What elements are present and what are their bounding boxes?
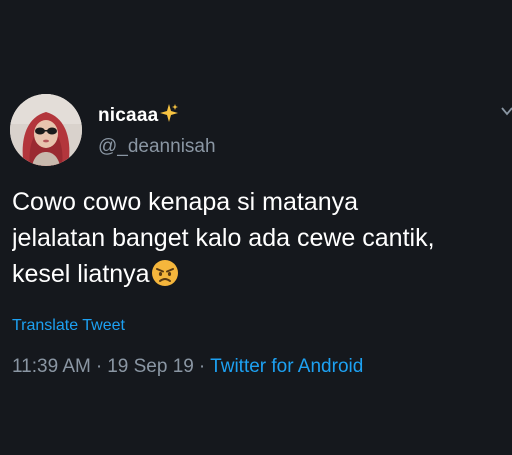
tweet-text-line: jelalatan banget kalo ada cewe cantik,	[12, 224, 435, 252]
user-handle[interactable]: @_deannisah	[98, 136, 216, 158]
chevron-down-icon[interactable]	[500, 104, 512, 118]
tweet-source-link[interactable]: Twitter for Android	[210, 356, 363, 377]
angry-face-icon	[151, 259, 179, 292]
display-name[interactable]: nicaaa	[98, 103, 179, 129]
meta-separator: ·	[95, 356, 103, 377]
tweet-text-line-last: kesel liatnya	[12, 256, 512, 292]
tweet-text: Cowo cowo kenapa si matanya jelalatan ba…	[12, 184, 512, 292]
tweet-text-line: Cowo cowo kenapa si matanya	[12, 188, 359, 216]
tweet-time[interactable]: 11:39 AM	[12, 356, 91, 377]
tweet-date[interactable]: 19 Sep 19	[107, 356, 194, 377]
tweet-card: nicaaa @_deannisah Cowo cowo kenapa si m…	[0, 0, 512, 455]
display-name-text: nicaaa	[98, 105, 159, 126]
avatar-image	[10, 94, 82, 166]
tweet-metadata: 11:39 AM · 19 Sep 19 · Twitter for Android	[12, 356, 363, 378]
avatar[interactable]	[10, 94, 82, 166]
translate-tweet-link[interactable]: Translate Tweet	[12, 317, 125, 335]
meta-separator: ·	[198, 356, 206, 377]
sparkles-icon	[159, 103, 179, 129]
tweet-text-line-content: kesel liatnya	[12, 260, 150, 288]
